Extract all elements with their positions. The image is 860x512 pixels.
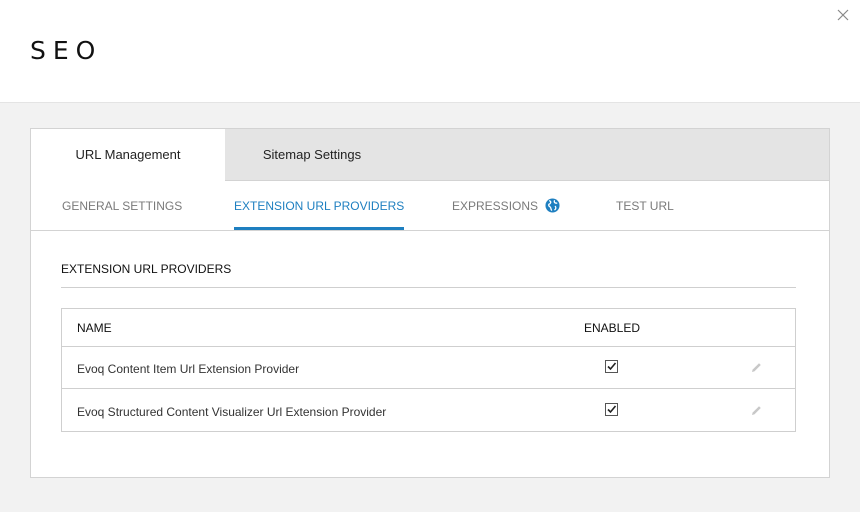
tab-sitemap-settings[interactable]: Sitemap Settings	[225, 129, 399, 181]
section-title: EXTENSION URL PROVIDERS	[61, 262, 232, 276]
page-header: SEO	[0, 0, 860, 103]
enabled-checkbox[interactable]	[605, 403, 618, 416]
pencil-icon[interactable]	[750, 361, 763, 374]
section-divider	[61, 287, 796, 288]
subtab-expressions[interactable]: EXPRESSIONS	[452, 181, 560, 230]
provider-name: Evoq Content Item Url Extension Provider	[77, 362, 300, 376]
provider-name: Evoq Structured Content Visualizer Url E…	[77, 405, 387, 419]
page-title: SEO	[30, 36, 103, 65]
subtab-test-url[interactable]: TEST URL	[616, 181, 674, 230]
column-header-name: NAME	[77, 321, 112, 335]
globe-icon	[545, 198, 560, 213]
close-icon[interactable]	[834, 6, 852, 24]
column-header-enabled: ENABLED	[584, 321, 641, 335]
seo-panel: URL Management Sitemap Settings GENERAL …	[30, 128, 830, 478]
sub-tabs: GENERAL SETTINGS EXTENSION URL PROVIDERS…	[31, 181, 829, 231]
tab-url-management[interactable]: URL Management	[31, 129, 225, 181]
providers-table: NAME ENABLED Evoq Content Item Url Exten…	[61, 308, 796, 432]
subtab-expressions-label: EXPRESSIONS	[452, 199, 539, 213]
enabled-checkbox[interactable]	[605, 360, 618, 373]
table-row: Evoq Content Item Url Extension Provider	[62, 346, 795, 389]
pencil-icon[interactable]	[750, 404, 763, 417]
main-tabs: URL Management Sitemap Settings	[31, 129, 829, 181]
table-header: NAME ENABLED	[62, 309, 795, 347]
subtab-general-settings[interactable]: GENERAL SETTINGS	[62, 181, 182, 230]
table-row: Evoq Structured Content Visualizer Url E…	[62, 389, 795, 431]
subtab-extension-url-providers[interactable]: EXTENSION URL PROVIDERS	[234, 181, 405, 230]
